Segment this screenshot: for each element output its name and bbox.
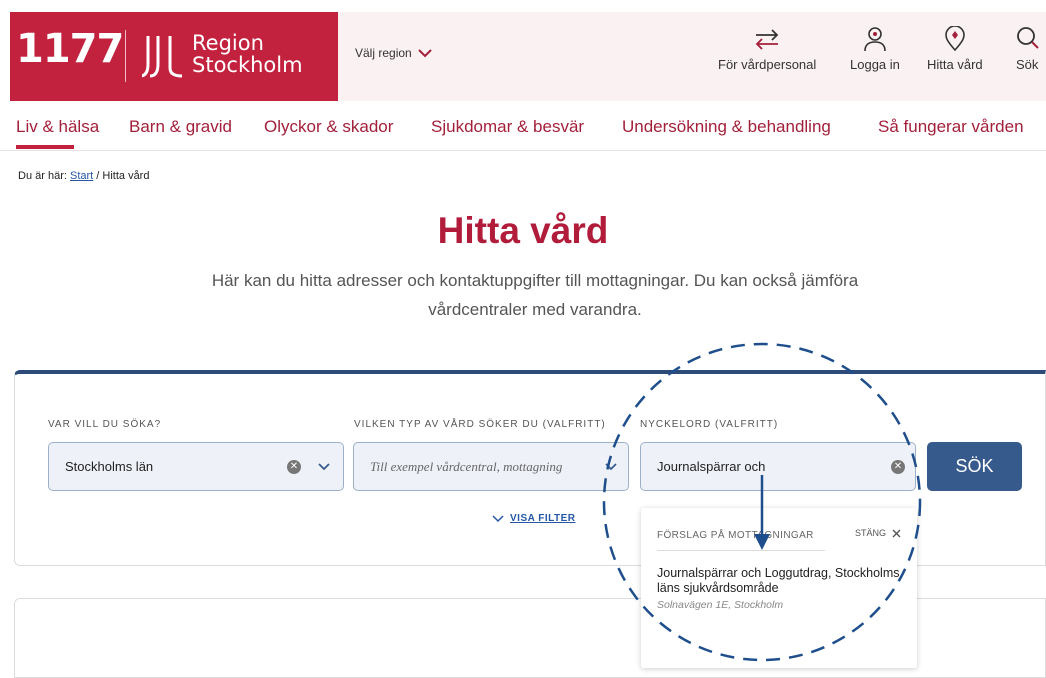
arrows-swap-icon	[755, 29, 779, 50]
hitta-vard-link[interactable]: Hitta vård	[927, 26, 983, 72]
suggestion-item[interactable]: Journalspärrar och Loggutdrag, Stockholm…	[657, 566, 907, 611]
keyword-input-value: Journalspärrar och	[657, 459, 766, 474]
keyword-label: NYCKELORD (VALFRITT)	[640, 419, 779, 430]
suggestions-dropdown: FÖRSLAG PÅ MOTTAGNINGAR STÄNG Journalspä…	[641, 508, 917, 668]
for-vardpersonal-label: För vårdpersonal	[718, 57, 817, 72]
logo-region-line2: Stockholm	[192, 53, 303, 77]
suggestions-divider	[657, 550, 825, 551]
where-select[interactable]: Stockholms län ✕	[48, 442, 344, 491]
care-type-placeholder: Till exempel vårdcentral, mottagning	[370, 458, 563, 474]
suggestions-close-label: STÄNG	[855, 528, 887, 538]
nav-item-olyckor-skador[interactable]: Olyckor & skador	[264, 117, 393, 137]
breadcrumb-start-link[interactable]: Start	[70, 170, 93, 182]
search-button[interactable]: SÖK	[927, 442, 1022, 491]
suggestion-title: Journalspärrar och Loggutdrag, Stockholm…	[657, 566, 900, 595]
page-intro: Här kan du hitta adresser och kontaktupp…	[211, 271, 859, 319]
show-filter-label: VISA FILTER	[510, 513, 576, 524]
search-link[interactable]: Sök	[1016, 26, 1040, 72]
chevron-down-icon[interactable]	[604, 462, 618, 472]
close-icon	[892, 529, 901, 537]
login-label: Logga in	[850, 57, 900, 72]
chevron-down-icon[interactable]	[317, 462, 331, 472]
breadcrumb-current: / Hitta vård	[96, 170, 150, 182]
site-logo[interactable]: 1177 Region Stockholm	[10, 12, 338, 101]
suggestions-heading: FÖRSLAG PÅ MOTTAGNINGAR	[657, 530, 814, 541]
keyword-input[interactable]: Journalspärrar och ✕	[640, 442, 916, 491]
logo-region-text: Region Stockholm	[192, 32, 303, 76]
where-label: VAR VILL DU SÖKA?	[48, 419, 162, 430]
suggestion-address: Solnavägen 1E, Stockholm	[657, 599, 784, 611]
breadcrumb: Du är här: Start / Hitta vård	[18, 170, 149, 182]
login-link[interactable]: Logga in	[850, 26, 900, 72]
where-select-value: Stockholms län	[65, 459, 154, 474]
logo-1177-text: 1177	[16, 26, 124, 72]
page-title: Hitta vård	[437, 210, 609, 251]
care-type-label: VILKEN TYP AV VÅRD SÖKER DU (VALFRITT)	[354, 419, 606, 430]
logo-region-line1: Region	[192, 31, 264, 55]
nav-item-sjukdomar-besvar[interactable]: Sjukdomar & besvär	[431, 117, 584, 137]
region-stockholm-logo-icon	[142, 36, 183, 78]
nav-item-barn-gravid[interactable]: Barn & gravid	[129, 117, 232, 137]
nav-item-sa-fungerar-varden[interactable]: Så fungerar vården	[878, 117, 1024, 137]
search-icon	[1017, 27, 1039, 49]
nav-item-undersokning-behandling[interactable]: Undersökning & behandling	[622, 117, 831, 137]
header: 1177 Region Stockholm Välj region För vå…	[10, 12, 1046, 101]
care-type-input[interactable]: Till exempel vårdcentral, mottagning	[353, 442, 629, 491]
for-vardpersonal-link[interactable]: För vårdpersonal	[718, 26, 816, 72]
location-pin-icon	[945, 26, 965, 52]
clear-keyword-icon[interactable]: ✕	[891, 459, 905, 474]
region-select[interactable]: Välj region	[355, 46, 432, 60]
suggestions-close-button[interactable]: STÄNG	[855, 528, 901, 538]
show-filter-button[interactable]: VISA FILTER	[492, 513, 576, 524]
user-icon	[864, 27, 886, 52]
clear-where-icon[interactable]: ✕	[287, 459, 301, 474]
nav-item-liv-halsa[interactable]: Liv & hälsa	[16, 117, 99, 137]
main-navigation: Liv & hälsa Barn & gravid Olyckor & skad…	[0, 101, 1046, 151]
breadcrumb-prefix: Du är här:	[18, 170, 67, 182]
chevron-down-icon	[417, 49, 432, 58]
logo-divider	[125, 30, 126, 82]
region-select-label: Välj region	[355, 46, 412, 60]
chevron-down-icon	[492, 514, 504, 522]
nav-active-indicator	[16, 145, 74, 149]
search-label: Sök	[1016, 57, 1039, 72]
hitta-vard-label: Hitta vård	[927, 57, 983, 72]
